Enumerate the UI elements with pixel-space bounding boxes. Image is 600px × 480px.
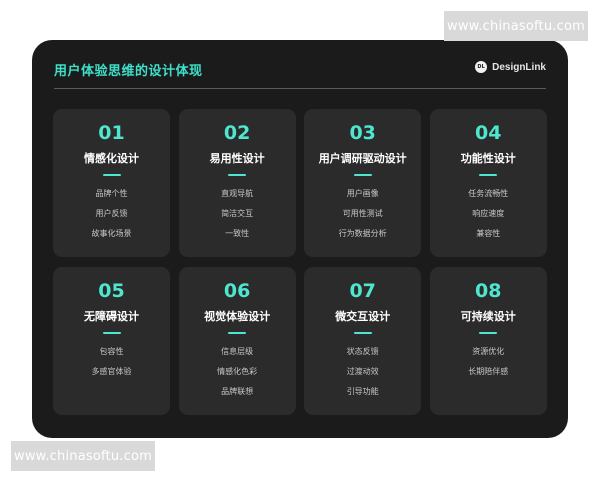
- card-01: 01 情感化设计 品牌个性 用户反馈 故事化场景: [53, 109, 170, 257]
- list-item: 用户反馈: [95, 209, 128, 218]
- page-title: 用户体验思维的设计体现: [54, 64, 203, 79]
- list-item: 直观导航: [221, 189, 254, 198]
- list-item: 长期陪伴感: [468, 367, 509, 376]
- brand: DL DesignLink: [475, 61, 546, 73]
- card-title: 用户调研驱动设计: [318, 152, 407, 165]
- card-title: 无障碍设计: [84, 310, 139, 323]
- list-item: 资源优化: [472, 347, 505, 356]
- list-item: 可用性测试: [342, 209, 383, 218]
- card-item-list: 包容性 多感官体验: [92, 342, 132, 382]
- card-accent-bar: [479, 174, 498, 176]
- watermark-bottom: www.chinasoftu.com: [11, 441, 155, 471]
- card-02: 02 易用性设计 直观导航 简洁交互 一致性: [178, 109, 296, 257]
- card-accent-bar: [102, 332, 121, 334]
- card-08: 08 可持续设计 资源优化 长期陪伴感: [429, 267, 547, 415]
- list-item: 过渡动效: [346, 367, 379, 376]
- screenshot-stage: www.chinasoftu.com 用户体验思维的设计体现 DL Design…: [0, 0, 600, 480]
- list-item: 响应速度: [472, 209, 505, 218]
- card-number: 06: [223, 280, 251, 302]
- list-item: 信息层级: [221, 347, 254, 356]
- card-title: 功能性设计: [460, 152, 516, 165]
- card-number: 05: [98, 280, 125, 302]
- card-item-list: 任务流畅性 响应速度 兼容性: [468, 184, 508, 244]
- watermark-text: www.chinasoftu.com: [447, 18, 585, 34]
- card-item-list: 信息层级 情感化色彩 品牌联想: [217, 342, 257, 402]
- list-item: 一致性: [225, 229, 250, 238]
- card-item-list: 状态反馈 过渡动效 引导功能: [347, 342, 379, 402]
- card-number: 03: [349, 122, 376, 144]
- list-item: 情感化色彩: [217, 367, 258, 376]
- card-05: 05 无障碍设计 包容性 多感官体验: [53, 267, 170, 415]
- card-number: 04: [475, 122, 502, 144]
- watermark-text: www.chinasoftu.com: [14, 448, 152, 464]
- list-item: 品牌联想: [221, 387, 254, 396]
- brand-name: DesignLink: [492, 61, 546, 73]
- card-number: 02: [223, 122, 251, 144]
- card-title: 微交互设计: [335, 310, 391, 323]
- card-title: 易用性设计: [209, 152, 265, 165]
- infographic-panel: 用户体验思维的设计体现 DL DesignLink 01 情感化设计 品牌个性 …: [32, 40, 568, 438]
- card-accent-bar: [479, 332, 498, 334]
- watermark-top: www.chinasoftu.com: [444, 11, 588, 41]
- list-item: 用户画像: [346, 189, 379, 198]
- header-divider: [54, 88, 546, 89]
- card-accent-bar: [102, 174, 121, 176]
- list-item: 行为数据分析: [338, 229, 387, 238]
- list-item: 简洁交互: [221, 209, 254, 218]
- card-number: 08: [475, 280, 502, 302]
- card-accent-bar: [353, 174, 372, 176]
- card-number: 07: [349, 280, 376, 302]
- list-item: 引导功能: [346, 387, 379, 396]
- card-item-list: 资源优化 长期陪伴感: [468, 342, 508, 382]
- card-title: 情感化设计: [84, 152, 139, 165]
- card-06: 06 视觉体验设计 信息层级 情感化色彩 品牌联想: [178, 267, 296, 415]
- card-accent-bar: [353, 332, 372, 334]
- list-item: 状态反馈: [346, 347, 379, 356]
- card-04: 04 功能性设计 任务流畅性 响应速度 兼容性: [429, 109, 547, 257]
- card-accent-bar: [228, 332, 247, 334]
- card-07: 07 微交互设计 状态反馈 过渡动效 引导功能: [304, 267, 422, 415]
- card-title: 视觉体验设计: [204, 310, 271, 323]
- card-item-list: 品牌个性 用户反馈 故事化场景: [92, 184, 132, 244]
- list-item: 多感官体验: [91, 367, 132, 376]
- card-accent-bar: [228, 174, 247, 176]
- card-title: 可持续设计: [460, 310, 516, 323]
- card-item-list: 用户画像 可用性测试 行为数据分析: [339, 184, 387, 244]
- card-item-list: 直观导航 简洁交互 一致性: [221, 184, 253, 244]
- card-grid: 01 情感化设计 品牌个性 用户反馈 故事化场景 02 易用性设计 直观导航 简…: [53, 109, 547, 415]
- list-item: 故事化场景: [91, 229, 132, 238]
- card-03: 03 用户调研驱动设计 用户画像 可用性测试 行为数据分析: [304, 109, 422, 257]
- list-item: 任务流畅性: [468, 189, 509, 198]
- list-item: 品牌个性: [95, 189, 128, 198]
- brand-logo-icon: DL: [475, 61, 488, 73]
- list-item: 包容性: [99, 347, 124, 356]
- list-item: 兼容性: [476, 229, 501, 238]
- card-number: 01: [98, 122, 125, 144]
